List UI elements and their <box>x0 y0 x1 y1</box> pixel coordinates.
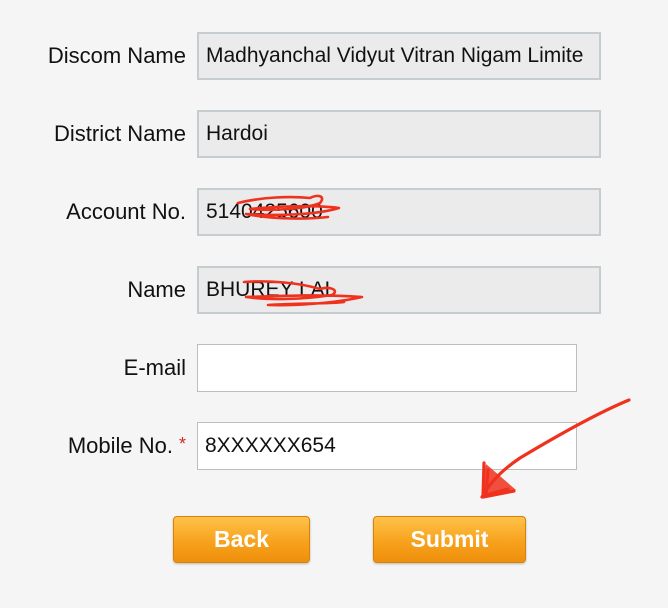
mobile-number-label-text: Mobile No. <box>67 433 173 458</box>
back-button[interactable]: Back <box>173 516 310 563</box>
email-input[interactable] <box>197 344 577 392</box>
account-number-field: 5140425600 <box>197 188 601 236</box>
name-label: Name <box>127 277 186 302</box>
district-name-field: Hardoi <box>197 110 601 158</box>
email-label: E-mail <box>123 355 186 380</box>
mobile-number-input[interactable] <box>197 422 577 470</box>
district-name-label: District Name <box>53 121 186 146</box>
discom-name-label: Discom Name <box>47 43 186 68</box>
discom-name-field: Madhyanchal Vidyut Vitran Nigam Limite <box>197 32 601 80</box>
mobile-number-label: Mobile No. * <box>68 433 186 459</box>
account-number-label: Account No. <box>66 199 186 224</box>
submit-button[interactable]: Submit <box>373 516 526 563</box>
name-field: BHUREY LAL <box>197 266 601 314</box>
required-marker: * <box>178 434 186 454</box>
